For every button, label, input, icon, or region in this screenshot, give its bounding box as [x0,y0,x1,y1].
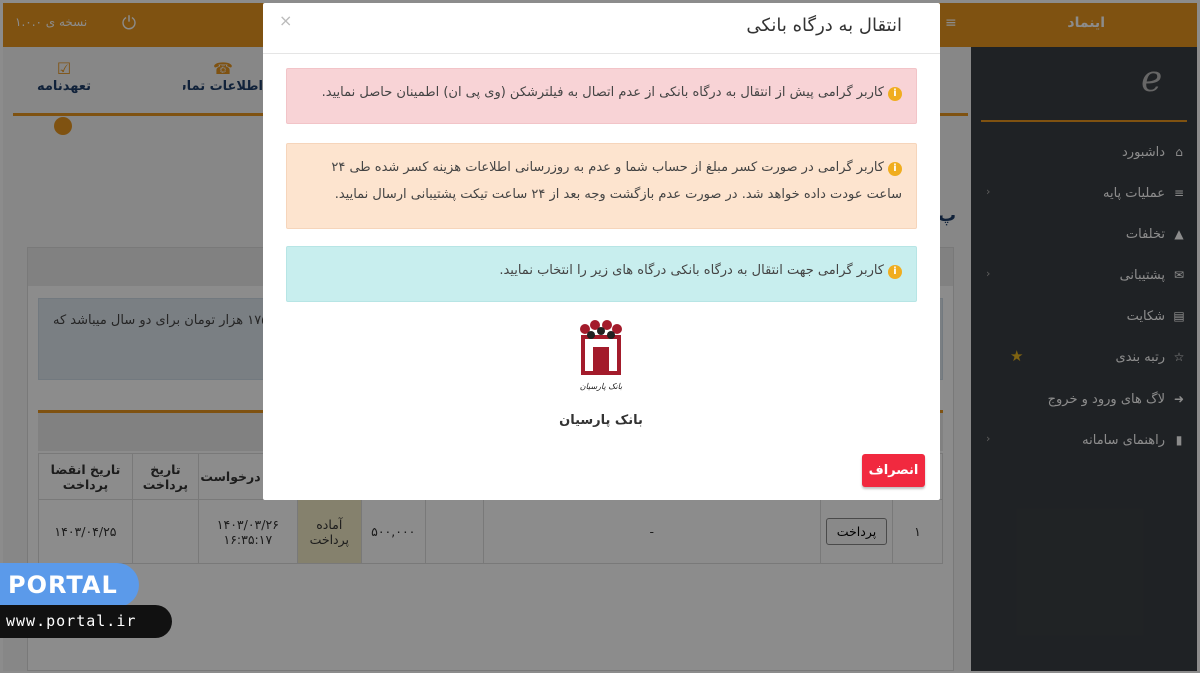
bank-gateway-modal: انتقال به درگاه بانکی × i کاربر گرامی پیش… [263,3,940,500]
portal-watermark-badge: PORTAL [0,563,139,607]
modal-divider [263,53,940,54]
info-circle-icon: i [888,162,902,176]
alert-refund-text: کاربر گرامی در صورت کسر مبلغ از حساب شما… [331,160,902,202]
bank-name-label: بانک پارسیان [559,413,643,428]
modal-title: انتقال به درگاه بانکی [746,15,902,36]
alert-refund-notice: iکاربر گرامی در صورت کسر مبلغ از حساب شم… [286,143,917,229]
alert-select-gateway: i کاربر گرامی جهت انتقال به درگاه بانکی د… [286,246,917,302]
alert-select-text: کاربر گرامی جهت انتقال به درگاه بانکی در… [499,263,884,278]
cancel-button[interactable]: انصراف [862,454,925,487]
bank-logo-caption: بانک پارسیان [580,382,623,391]
info-circle-icon: i [888,265,902,279]
portal-watermark-url: www.portal.ir [0,605,172,638]
alert-vpn-warning: i کاربر گرامی پیش از انتقال به درگاه بانک… [286,68,917,124]
info-circle-icon: i [888,87,902,101]
alert-vpn-text: کاربر گرامی پیش از انتقال به درگاه بانکی… [321,85,884,100]
bank-option-parsian[interactable]: بانک پارسیان بانک پارسیان [551,319,651,428]
parsian-bank-logo-icon: بانک پارسیان [580,320,623,391]
close-icon[interactable]: × [279,11,292,30]
